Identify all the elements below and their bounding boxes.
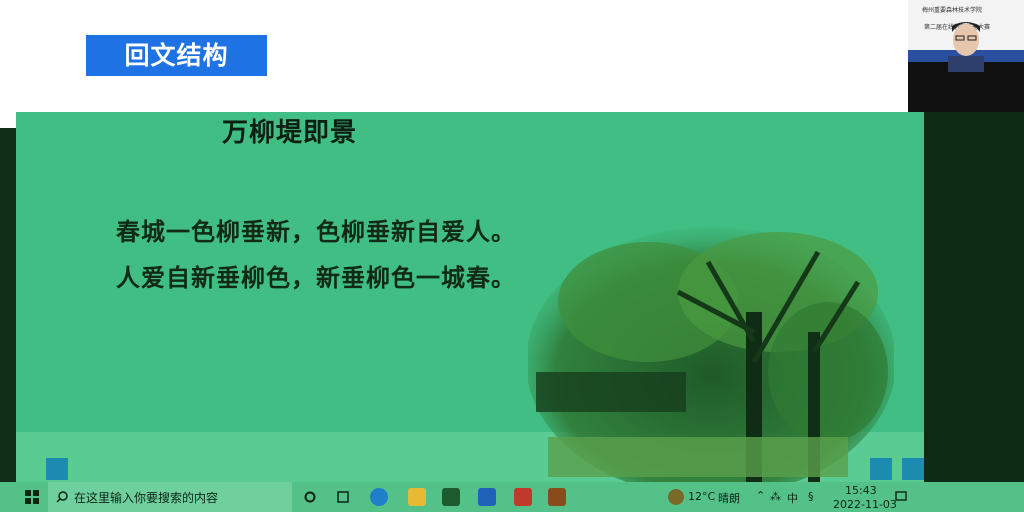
poem-line-2: 人爱自新垂柳色，新垂柳色一城春。 xyxy=(116,264,516,292)
poem-line-1: 春城一色柳垂新，色柳垂新自爱人。 xyxy=(116,218,516,246)
clock-time[interactable]: 15:43 xyxy=(845,484,877,497)
slide-right-edge xyxy=(924,112,1024,482)
taskbar: 在这里输入你要搜索的内容 12°C 晴朗 ⌃ ⁂ 中 § 15:43 2022-… xyxy=(0,482,1024,512)
webcam-overlay: 梅州重要森林技术学院 第二届在线教学技能大赛 xyxy=(908,0,1024,112)
network-icon[interactable]: ⁂ xyxy=(770,490,781,503)
slide-nav-square-left xyxy=(46,458,68,480)
slide-nav-square-right-2 xyxy=(902,458,924,480)
taskbar-search[interactable]: 在这里输入你要搜索的内容 xyxy=(48,482,292,512)
store-icon[interactable] xyxy=(442,488,460,506)
windows-start-icon[interactable] xyxy=(18,482,46,512)
section-heading: 回文结构 xyxy=(86,35,267,76)
search-icon xyxy=(56,488,68,507)
wps-icon[interactable] xyxy=(514,488,532,506)
weather-icon[interactable] xyxy=(668,489,684,505)
wps-tray-icon[interactable]: § xyxy=(808,490,814,503)
slide-left-edge xyxy=(0,128,16,482)
tree-photo xyxy=(528,227,894,484)
cortana-icon[interactable] xyxy=(300,482,320,512)
search-placeholder: 在这里输入你要搜索的内容 xyxy=(74,490,219,505)
tray-chevron-icon[interactable]: ⌃ xyxy=(756,489,765,502)
photos-icon[interactable] xyxy=(478,488,496,506)
slide-nav-square-right-1 xyxy=(870,458,892,480)
slide-title: 万柳堤即景 xyxy=(222,118,358,148)
video-player-icon[interactable] xyxy=(548,488,566,506)
weather-temp[interactable]: 12°C xyxy=(688,490,715,503)
task-view-icon[interactable] xyxy=(332,482,354,512)
clock-date[interactable]: 2022-11-03 xyxy=(833,498,897,511)
weather-desc[interactable]: 晴朗 xyxy=(718,490,740,506)
edge-icon[interactable] xyxy=(370,488,388,506)
notification-icon[interactable] xyxy=(892,482,910,512)
ime-label[interactable]: 中 xyxy=(787,490,798,506)
presenter-image xyxy=(948,22,984,72)
file-explorer-icon[interactable] xyxy=(408,488,426,506)
